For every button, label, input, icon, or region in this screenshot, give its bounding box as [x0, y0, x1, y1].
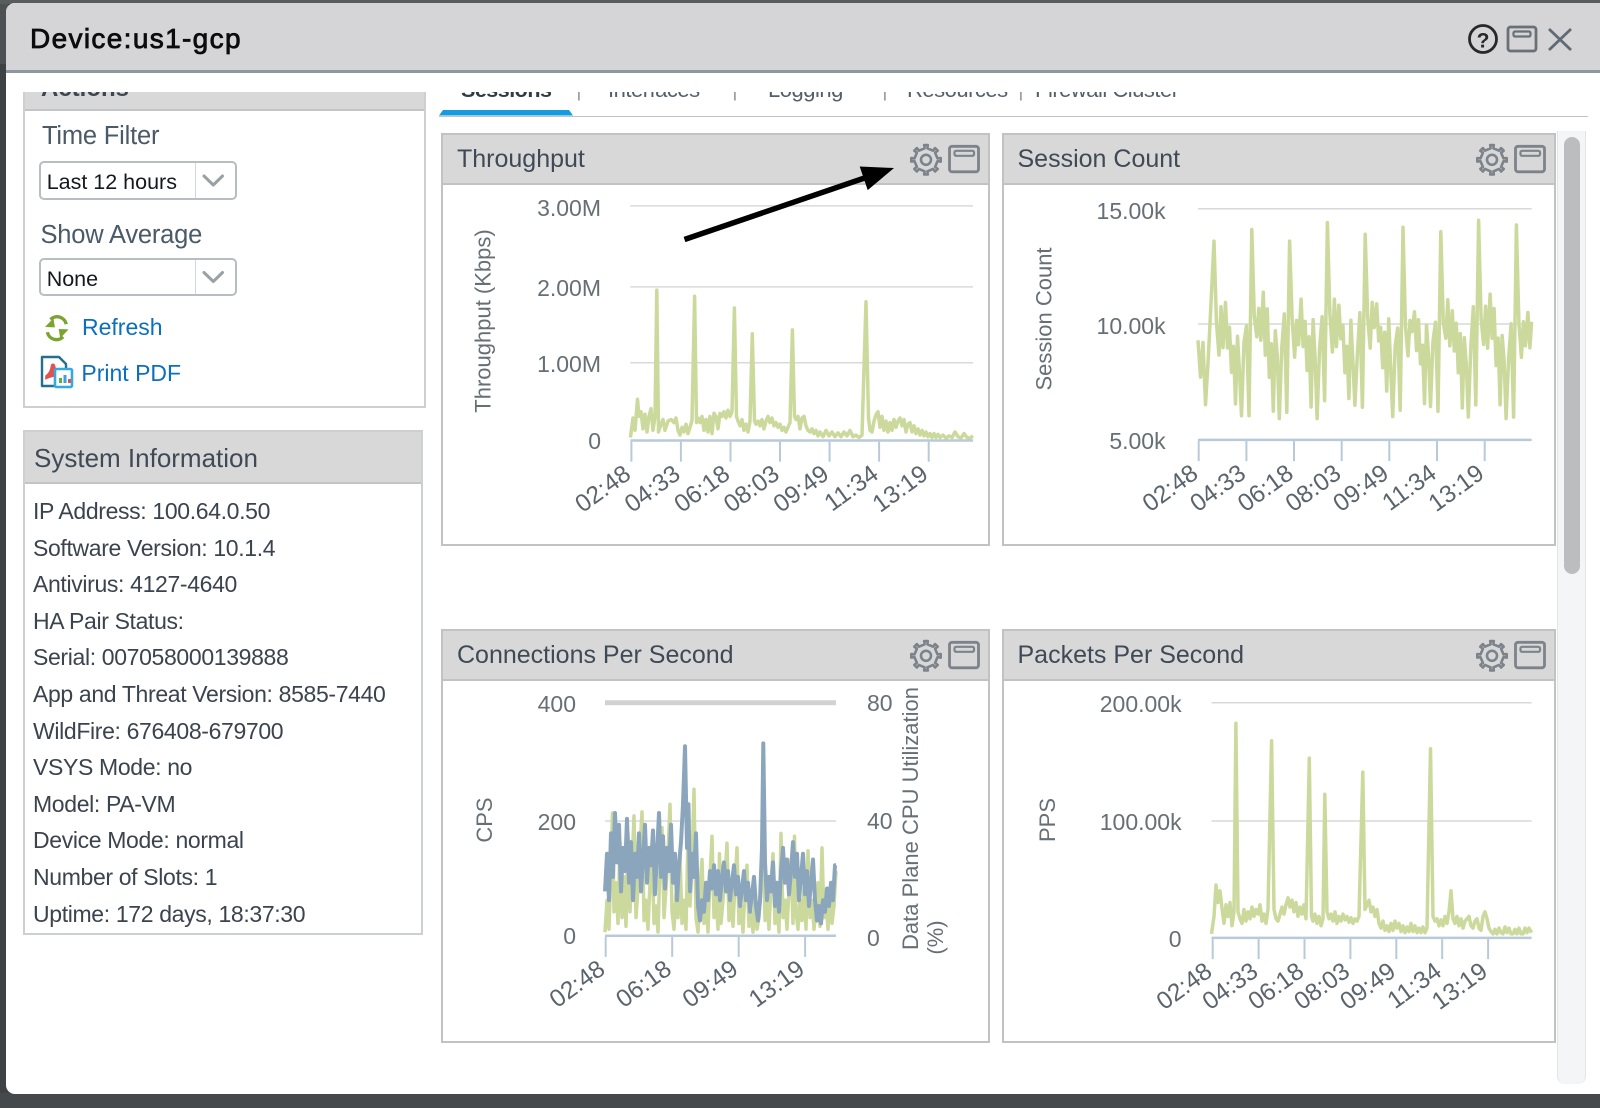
svg-text:0: 0 [867, 925, 880, 951]
svg-text:11:34: 11:34 [820, 460, 884, 517]
svg-text:Session Count: Session Count [1032, 247, 1057, 390]
svg-text:02:48: 02:48 [1138, 460, 1203, 518]
svg-text:09:49: 09:49 [769, 460, 834, 518]
svg-text:13:19: 13:19 [1424, 460, 1489, 518]
svg-text:PPS: PPS [1035, 798, 1060, 842]
svg-text:06:18: 06:18 [670, 460, 735, 518]
svg-text:0: 0 [588, 428, 601, 454]
svg-text:Throughput (Kbps): Throughput (Kbps) [471, 229, 496, 412]
svg-text:(%): (%) [923, 920, 948, 954]
svg-text:80: 80 [867, 690, 893, 716]
svg-text:06:18: 06:18 [611, 955, 676, 1013]
svg-text:10.00k: 10.00k [1097, 313, 1167, 339]
svg-text:?: ? [1477, 30, 1490, 53]
svg-text:02:48: 02:48 [545, 955, 610, 1013]
svg-text:3.00M: 3.00M [537, 195, 601, 221]
svg-text:06:18: 06:18 [1233, 460, 1298, 518]
svg-text:Data Plane CPU Utilization: Data Plane CPU Utilization [898, 687, 923, 950]
svg-text:100.00k: 100.00k [1100, 809, 1182, 835]
svg-text:200.00k: 200.00k [1100, 691, 1182, 717]
svg-text:CPS: CPS [472, 797, 497, 842]
svg-text:15.00k: 15.00k [1097, 198, 1167, 224]
svg-text:13:19: 13:19 [868, 460, 933, 518]
svg-text:0: 0 [563, 923, 576, 949]
svg-text:02:48: 02:48 [570, 460, 635, 518]
svg-text:5.00k: 5.00k [1109, 428, 1166, 454]
svg-text:08:03: 08:03 [719, 460, 784, 518]
svg-text:40: 40 [867, 808, 893, 834]
svg-text:200: 200 [538, 809, 576, 835]
svg-text:400: 400 [538, 691, 576, 717]
svg-text:13:19: 13:19 [744, 955, 809, 1013]
svg-text:1.00M: 1.00M [537, 351, 601, 377]
svg-text:04:33: 04:33 [1185, 460, 1250, 518]
svg-text:08:03: 08:03 [1281, 460, 1346, 518]
svg-text:04:33: 04:33 [620, 460, 685, 518]
svg-text:09:49: 09:49 [678, 955, 743, 1013]
svg-text:2.00M: 2.00M [537, 275, 601, 301]
svg-text:09:49: 09:49 [1328, 460, 1393, 518]
svg-text:0: 0 [1169, 926, 1182, 952]
